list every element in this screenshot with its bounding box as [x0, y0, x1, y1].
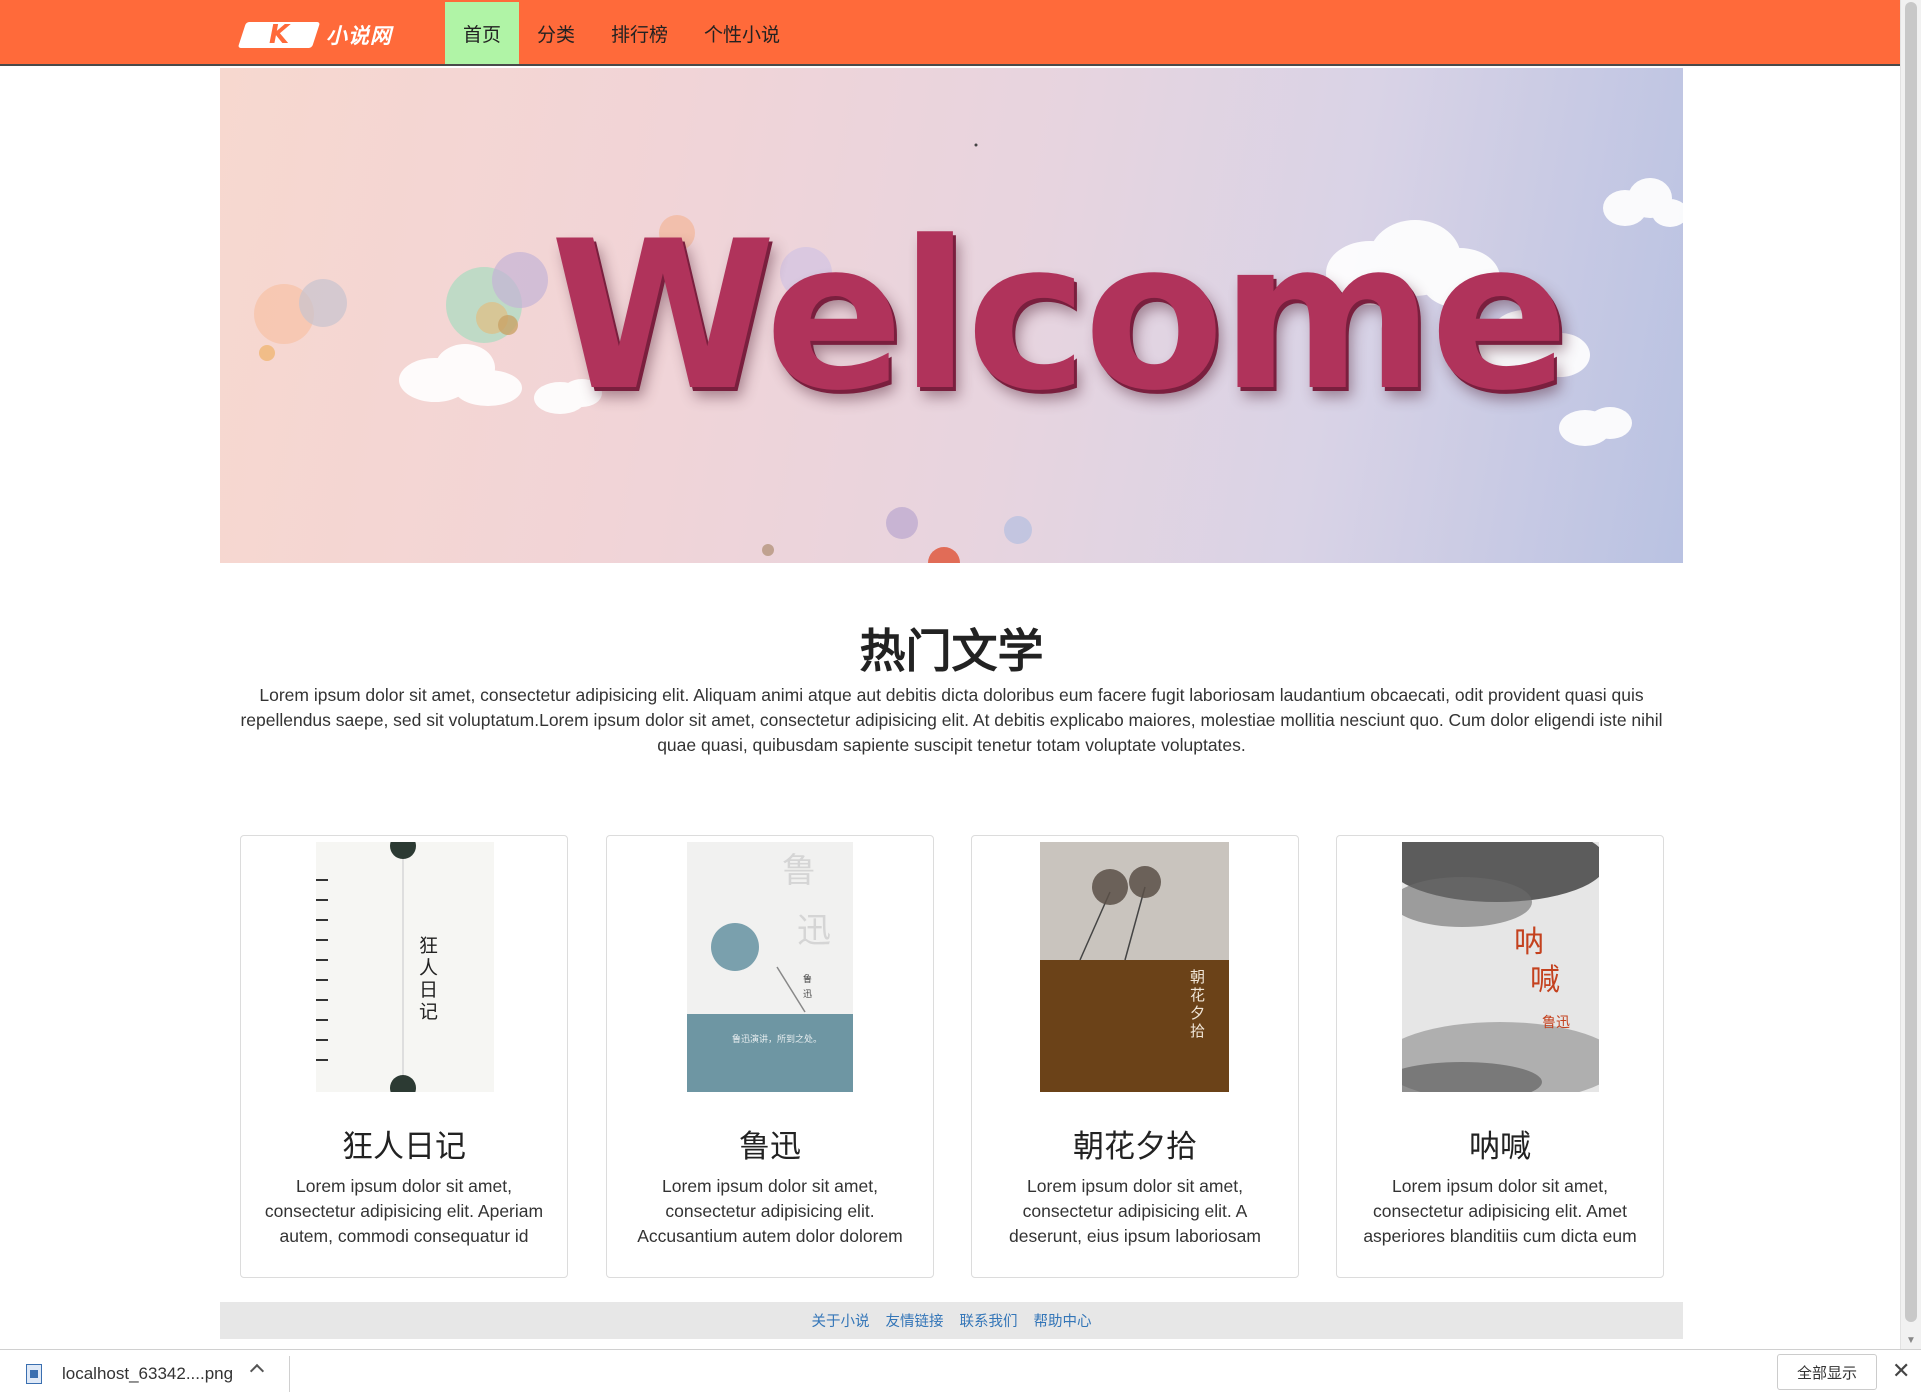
svg-text:鲁迅演讲，所到之处。: 鲁迅演讲，所到之处。: [732, 1033, 822, 1044]
top-navbar: K 小说网 首页 分类 排行榜 个性小说: [0, 0, 1900, 66]
close-icon[interactable]: ✕: [1892, 1358, 1910, 1384]
svg-text:喊: 喊: [1530, 963, 1560, 998]
scroll-down-icon[interactable]: ▼: [1906, 1335, 1916, 1346]
download-bar: localhost_63342....png: [0, 1349, 1921, 1396]
book-description: Lorem ipsum dolor sit amet, consectetur …: [1009, 1176, 1261, 1246]
book-card[interactable]: 狂 人 日 记 狂人日记 Lorem ipsum dolor sit amet,…: [240, 835, 568, 1278]
svg-text:狂: 狂: [419, 935, 438, 957]
book-title: 狂人日记: [342, 1129, 466, 1165]
book-cover-image: 呐 喊 鲁迅: [1402, 842, 1599, 1092]
book-title: 呐喊: [1469, 1129, 1531, 1165]
footer-link-friends[interactable]: 友情链接: [886, 1310, 944, 1331]
footer-link-help[interactable]: 帮助中心: [1034, 1310, 1092, 1331]
nav-item-category[interactable]: 分类: [519, 2, 593, 64]
svg-text:迅: 迅: [803, 989, 812, 999]
scrollbar-thumb[interactable]: [1905, 2, 1917, 1322]
nav-item-ranking[interactable]: 排行榜: [593, 2, 686, 64]
svg-text:人: 人: [419, 957, 438, 979]
show-all-button[interactable]: 全部显示: [1777, 1354, 1877, 1390]
svg-text:鲁迅: 鲁迅: [1542, 1015, 1570, 1031]
svg-text:迅: 迅: [797, 911, 831, 951]
welcome-banner: Welcome: [220, 68, 1683, 563]
book-description: Lorem ipsum dolor sit amet, consectetur …: [637, 1176, 903, 1246]
svg-text:花: 花: [1190, 986, 1205, 1004]
svg-text:呐: 呐: [1514, 925, 1544, 960]
image-file-icon: [26, 1364, 42, 1384]
download-item[interactable]: localhost_63342....png: [26, 1360, 233, 1388]
download-divider: [289, 1356, 290, 1392]
logo-text: 小说网: [326, 24, 392, 48]
book-description: Lorem ipsum dolor sit amet, consectetur …: [1363, 1176, 1637, 1246]
section-title: 热门文学: [859, 624, 1044, 678]
svg-text:记: 记: [419, 1001, 438, 1023]
svg-text:鲁: 鲁: [803, 973, 812, 984]
section-description: Lorem ipsum dolor sit amet, consectetur …: [240, 685, 1663, 755]
nav-item-personal-novel[interactable]: 个性小说: [686, 2, 798, 64]
svg-text:夕: 夕: [1190, 1004, 1205, 1022]
book-title: 鲁迅: [739, 1129, 801, 1165]
book-cover-image: 朝 花 夕 拾: [1040, 842, 1229, 1092]
book-card[interactable]: 鲁 迅 鲁 迅 鲁迅演讲，所到之处。 鲁迅 Lorem ipsum dolor …: [606, 835, 934, 1278]
site-logo[interactable]: K 小说网: [237, 20, 392, 50]
footer-link-contact[interactable]: 联系我们: [960, 1310, 1018, 1331]
nav-item-home[interactable]: 首页: [445, 2, 520, 64]
page-footer: 关于小说 友情链接 联系我们 帮助中心: [220, 1302, 1683, 1339]
svg-text:朝: 朝: [1190, 968, 1205, 986]
svg-text:鲁: 鲁: [782, 851, 816, 891]
download-file-name: localhost_63342....png: [62, 1364, 234, 1383]
nav-menu: 首页 分类 排行榜 个性小说: [445, 2, 798, 64]
book-card[interactable]: 呐 喊 鲁迅 呐喊 Lorem ipsum dolor sit amet, co…: [1336, 835, 1664, 1278]
banner-welcome-text: Welcome: [550, 198, 1569, 436]
book-description: Lorem ipsum dolor sit amet, consectetur …: [264, 1176, 544, 1246]
logo-mark: K: [237, 20, 321, 50]
svg-text:日: 日: [419, 979, 438, 1001]
chevron-up-icon[interactable]: [249, 1363, 265, 1379]
book-card[interactable]: 朝 花 夕 拾 朝花夕拾 Lorem ipsum dolor sit amet,…: [971, 835, 1299, 1278]
svg-text:拾: 拾: [1190, 1022, 1205, 1040]
book-cover-image: 狂 人 日 记: [316, 842, 494, 1092]
book-cover-image: 鲁 迅 鲁 迅 鲁迅演讲，所到之处。: [687, 842, 853, 1092]
footer-link-about[interactable]: 关于小说: [812, 1310, 870, 1331]
book-title: 朝花夕拾: [1073, 1129, 1197, 1165]
page-scrollbar[interactable]: ▼: [1900, 0, 1921, 1349]
